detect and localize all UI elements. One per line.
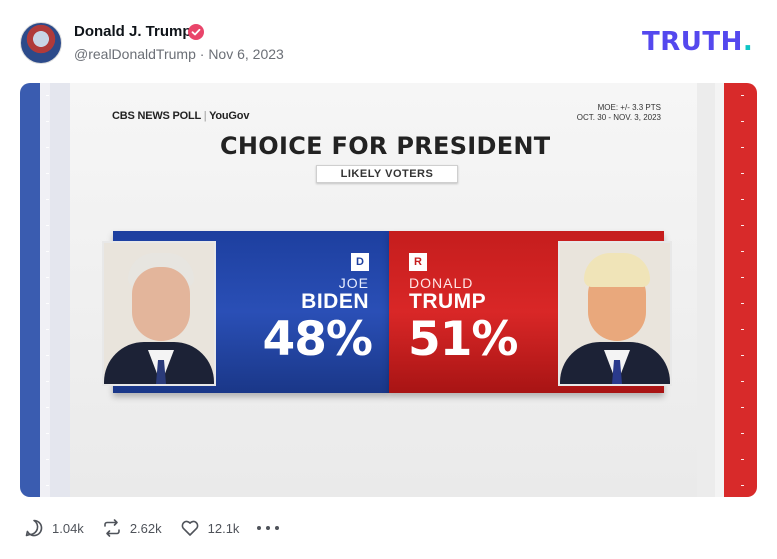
stripe-tick [741, 381, 744, 382]
stripe-tick [46, 407, 49, 408]
stripe-tick [46, 381, 49, 382]
source-partner: YouGov [209, 110, 250, 122]
trump-first-name: DONALD [409, 275, 474, 291]
stripe-tick [46, 225, 49, 226]
stripe-tick [741, 95, 744, 96]
stripe-tick [741, 121, 744, 122]
stripe-tick [46, 277, 49, 278]
stripe-tick [741, 147, 744, 148]
stripe-tick [46, 121, 49, 122]
author-name[interactable]: Donald J. Trump [74, 23, 192, 40]
margin-of-error: MOE: +/- 3.3 PTS [597, 103, 661, 112]
more-icon[interactable] [257, 518, 280, 538]
stripe-tick [46, 433, 49, 434]
post-date[interactable]: Nov 6, 2023 [208, 46, 284, 62]
right-flag-stripe [697, 83, 757, 497]
reply-button[interactable]: 1.04k [24, 518, 84, 538]
biden-photo [102, 241, 216, 386]
stripe-tick [46, 459, 49, 460]
stripe-tick [741, 485, 744, 486]
stripe-tick [46, 485, 49, 486]
stripe-tick [46, 95, 49, 96]
poll-source: CBS NEWS POLL | YouGov [112, 110, 249, 122]
stripe-tick [46, 173, 49, 174]
source-name: CBS NEWS POLL [112, 110, 201, 122]
post-actions: 1.04k 2.62k 12.1k [24, 517, 280, 539]
stripe-tick [46, 329, 49, 330]
biden-percent: 48% [262, 312, 373, 367]
stripe-tick [741, 225, 744, 226]
stripe-tick [741, 173, 744, 174]
stripe-tick [741, 277, 744, 278]
retruth-button[interactable]: 2.62k [102, 518, 162, 538]
stripe-tick [46, 355, 49, 356]
stripe-tick [46, 147, 49, 148]
trump-photo [558, 241, 672, 386]
reply-count: 1.04k [52, 520, 84, 536]
retruth-icon [104, 519, 120, 537]
stripe-tick [46, 303, 49, 304]
graphic-headline: CHOICE FOR PRESIDENT [220, 132, 551, 160]
left-flag-stripe [20, 83, 70, 497]
logo-dot: . [742, 27, 754, 57]
truth-logo[interactable]: TRUTH. [642, 27, 753, 57]
meta-separator: · [199, 46, 205, 62]
poll-details: MOE: +/- 3.3 PTS OCT. 30 - NOV. 3, 2023 [577, 103, 661, 123]
source-separator: | [203, 110, 207, 122]
verified-badge-icon [188, 24, 204, 40]
graphic-subheadline: LIKELY VOTERS [316, 165, 458, 183]
stripe-tick [741, 459, 744, 460]
stripe-tick [741, 407, 744, 408]
trump-last-name: TRUMP [409, 290, 487, 313]
democrat-party-badge: D [351, 253, 369, 271]
post-image[interactable]: CBS NEWS POLL | YouGov MOE: +/- 3.3 PTS … [20, 83, 757, 497]
stripe-tick [741, 329, 744, 330]
stripe-tick [741, 251, 744, 252]
like-icon [181, 520, 198, 536]
logo-text: TRUTH [642, 27, 743, 57]
biden-last-name: BIDEN [301, 290, 369, 313]
retruth-count: 2.62k [129, 520, 162, 536]
poll-dates: OCT. 30 - NOV. 3, 2023 [576, 113, 661, 122]
stripe-tick [46, 251, 49, 252]
like-count: 12.1k [207, 520, 240, 536]
reply-icon [25, 519, 43, 537]
stripe-tick [741, 199, 744, 200]
stripe-tick [741, 433, 744, 434]
trump-percent: 51% [408, 312, 518, 367]
stripe-tick [741, 303, 744, 304]
author-avatar[interactable] [20, 22, 62, 64]
stripe-tick [46, 199, 49, 200]
author-handle[interactable]: @realDonaldTrump [74, 46, 196, 62]
like-button[interactable]: 12.1k [180, 518, 240, 538]
stripe-tick [741, 355, 744, 356]
biden-first-name: JOE [338, 275, 369, 291]
author-meta: @realDonaldTrump · Nov 6, 2023 [74, 46, 284, 62]
republican-party-badge: R [409, 253, 427, 271]
